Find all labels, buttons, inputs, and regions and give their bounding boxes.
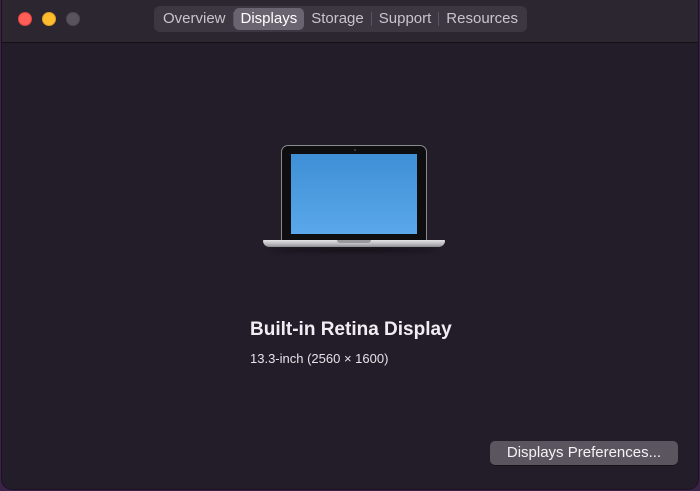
laptop-shadow <box>269 248 439 252</box>
zoom-button[interactable] <box>66 12 80 26</box>
tab-support[interactable]: Support <box>372 8 439 30</box>
about-this-mac-window: Overview Displays Storage Support Resour… <box>2 0 698 489</box>
tab-resources[interactable]: Resources <box>439 8 525 30</box>
display-spec: 13.3-inch (2560 × 1600) <box>250 351 389 366</box>
tab-bar: Overview Displays Storage Support Resour… <box>154 6 527 32</box>
minimize-button[interactable] <box>42 12 56 26</box>
camera-dot <box>354 149 356 151</box>
tab-storage[interactable]: Storage <box>304 8 371 30</box>
laptop-notch <box>337 240 371 243</box>
tab-overview[interactable]: Overview <box>156 8 233 30</box>
close-button[interactable] <box>18 12 32 26</box>
laptop-screen <box>291 154 417 234</box>
display-name: Built-in Retina Display <box>250 319 452 340</box>
tab-displays[interactable]: Displays <box>233 8 305 30</box>
laptop-lid <box>281 145 427 241</box>
displays-preferences-button[interactable]: Displays Preferences... <box>490 441 678 465</box>
laptop-icon <box>263 145 445 255</box>
title-bar: Overview Displays Storage Support Resour… <box>2 0 698 43</box>
